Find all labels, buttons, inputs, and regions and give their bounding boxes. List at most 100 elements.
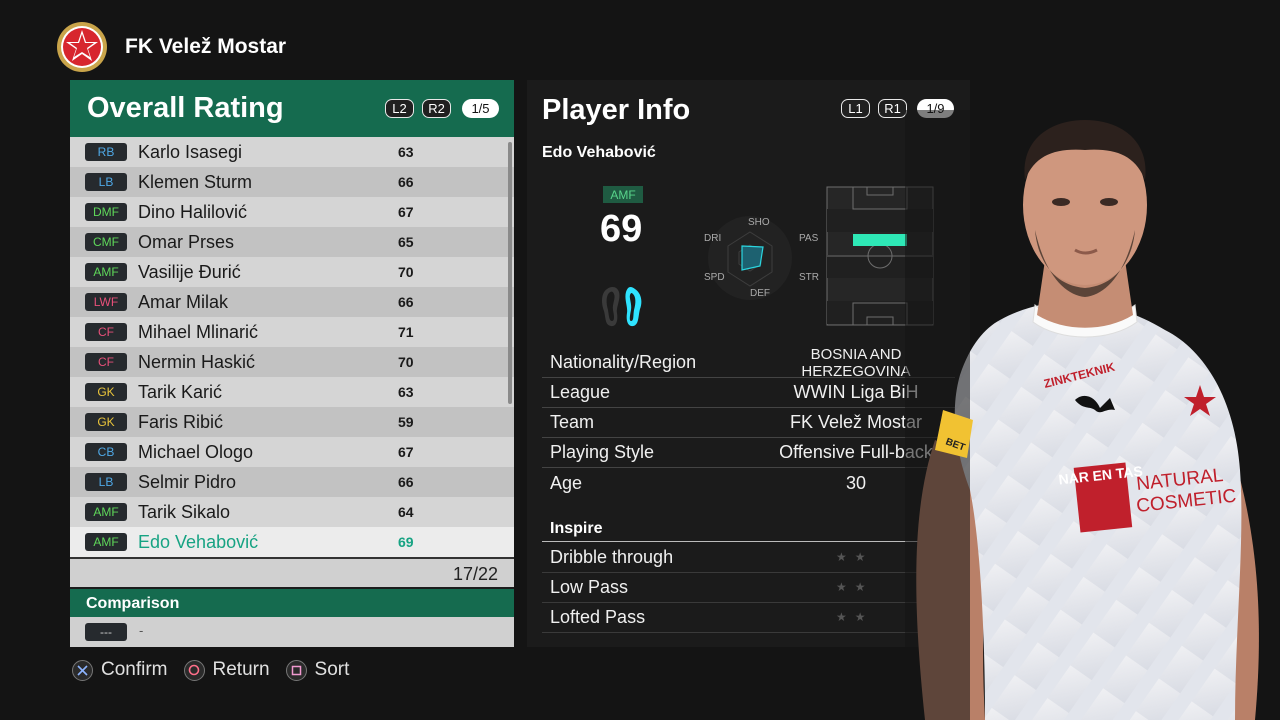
player-row[interactable]: GK Faris Ribić 59 [70, 407, 514, 437]
comparison-row[interactable]: --- - [70, 617, 514, 647]
position-badge: CF [85, 323, 127, 341]
square-button-icon [285, 659, 307, 681]
player-row[interactable]: CF Mihael Mlinarić 71 [70, 317, 514, 347]
player-rating: 65 [398, 234, 414, 250]
player-row[interactable]: DMF Dino Halilović 67 [70, 197, 514, 227]
l2-button[interactable]: L2 [385, 99, 414, 118]
position-badge: AMF [85, 533, 127, 551]
player-rating: 70 [398, 264, 414, 280]
inspire-title: Inspire [550, 520, 603, 537]
player-row[interactable]: GK Tarik Karić 63 [70, 377, 514, 407]
player-info-table: Nationality/Region BOSNIA AND HERZEGOVIN… [542, 346, 955, 498]
overall-rating-panel: Overall Rating L2 R2 1/5 RB Karlo Isasegi… [70, 80, 514, 647]
player-name: Tarik Karić [138, 381, 223, 402]
radar-label-dri: DRI [704, 233, 721, 244]
player-row[interactable]: AMF Tarik Sikalo 64 [70, 497, 514, 527]
r1-button[interactable]: R1 [878, 99, 907, 118]
player-rating: 66 [398, 294, 414, 310]
player-name: Tarik Sikalo [138, 501, 231, 522]
player-name: Vasilije Đurić [138, 261, 241, 282]
ability-radar-chart: SHO PAS STR DEF SPD DRI [704, 216, 819, 300]
player-rating: 67 [398, 204, 414, 220]
inspire-row: Lofted Pass ★★ [542, 603, 955, 633]
overall-rating-header: Overall Rating L2 R2 1/5 [70, 80, 514, 137]
info-row-team: Team FK Velež Mostar [542, 408, 955, 438]
position-badge: LB [85, 473, 127, 491]
position-badge: CF [85, 353, 127, 371]
position-badge: DMF [85, 203, 127, 221]
inspire-label: Dribble through [550, 547, 674, 567]
info-row-playing-style: Playing Style Offensive Full-back [542, 438, 955, 468]
player-position-tag: AMF [603, 186, 643, 203]
inspire-label: Lofted Pass [550, 607, 646, 627]
radar-label-str: STR [799, 272, 819, 283]
player-row[interactable]: AMF Edo Vehabović 69 [70, 527, 514, 557]
info-row-league: League WWIN Liga BiH [542, 378, 955, 408]
player-row[interactable]: AMF Vasilije Đurić 70 [70, 257, 514, 287]
player-rating: 59 [398, 414, 414, 430]
player-name: Dino Halilović [138, 201, 248, 222]
player-rating: 71 [398, 324, 414, 340]
player-rating: 66 [398, 474, 414, 490]
player-name: Karlo Isasegi [138, 141, 243, 162]
player-rating: 64 [398, 504, 414, 520]
sort-control[interactable]: Sort [285, 659, 350, 681]
return-control[interactable]: Return [183, 659, 270, 681]
confirm-control[interactable]: Confirm [72, 659, 168, 681]
player-row[interactable]: CMF Omar Prses 65 [70, 227, 514, 257]
inspire-row: Dribble through ★★ [542, 543, 955, 573]
l1-button[interactable]: L1 [841, 99, 870, 118]
player-list: RB Karlo Isasegi 63 LB Klemen Sturm 66 DMF Dino… [70, 137, 514, 557]
comparison-value: - [139, 623, 144, 638]
player-row[interactable]: RB Karlo Isasegi 63 [70, 137, 514, 167]
position-badge: AMF [85, 503, 127, 521]
player-row[interactable]: LB Selmir Pidro 66 [70, 467, 514, 497]
overall-rating-title: Overall Rating [87, 92, 284, 124]
inspire-stars: ★★ [836, 580, 874, 594]
player-rating: 70 [398, 354, 414, 370]
info-label: League [550, 382, 611, 402]
player-rating: 66 [398, 174, 414, 190]
inspire-stars: ★★ [836, 550, 874, 564]
player-count: 17/22 [452, 564, 498, 584]
player-info-panel: Player Info L1 R1 1/9 Edo Vehabović AMF … [527, 80, 970, 647]
sort-label: Sort [314, 659, 350, 680]
player-row[interactable]: LB Klemen Sturm 66 [70, 167, 514, 197]
player-row[interactable]: CF Nermin Haskić 70 [70, 347, 514, 377]
player-name: Klemen Sturm [138, 171, 253, 192]
player-count-bar: 17/22 [70, 557, 514, 587]
comparison-title: Comparison [86, 595, 180, 612]
player-rating: 69 [398, 534, 414, 550]
confirm-label: Confirm [101, 659, 168, 680]
player-rating: 63 [398, 144, 414, 160]
cross-button-icon [72, 659, 93, 681]
inspire-table: Dribble through ★★ Low Pass ★★ Lofted Pa… [542, 543, 955, 633]
info-label: Nationality/Region [550, 352, 697, 372]
player-name: Mihael Mlinarić [138, 321, 259, 342]
player-overall-rating: 69 [600, 208, 643, 250]
radar-label-def: DEF [750, 288, 770, 299]
info-label: Team [550, 412, 595, 432]
position-badge: CMF [85, 233, 127, 251]
footer-controls: Confirm Return Sort [72, 659, 349, 681]
list-scrollbar[interactable] [508, 142, 512, 404]
player-name: Faris Ribić [138, 411, 224, 432]
player-row[interactable]: CB Michael Ologo 67 [70, 437, 514, 467]
player-name: Omar Prses [138, 231, 235, 252]
info-label: Age [550, 472, 583, 493]
info-row-age: Age 30 [542, 468, 955, 498]
player-rating: 63 [398, 384, 414, 400]
player-row[interactable]: LWF Amar Milak 66 [70, 287, 514, 317]
position-badge: CB [85, 443, 127, 461]
player-rating: 67 [398, 444, 414, 460]
inspire-row: Low Pass ★★ [542, 573, 955, 603]
position-badge: LWF [85, 293, 127, 311]
page-indicator: 1/5 [462, 99, 499, 118]
player-name: Edo Vehabović [138, 531, 259, 552]
return-label: Return [212, 659, 270, 680]
player-info-title: Player Info [542, 94, 691, 126]
inspire-divider [542, 541, 955, 542]
position-badge: LB [85, 173, 127, 191]
player-name: Amar Milak [138, 291, 229, 312]
r2-button[interactable]: R2 [422, 99, 451, 118]
